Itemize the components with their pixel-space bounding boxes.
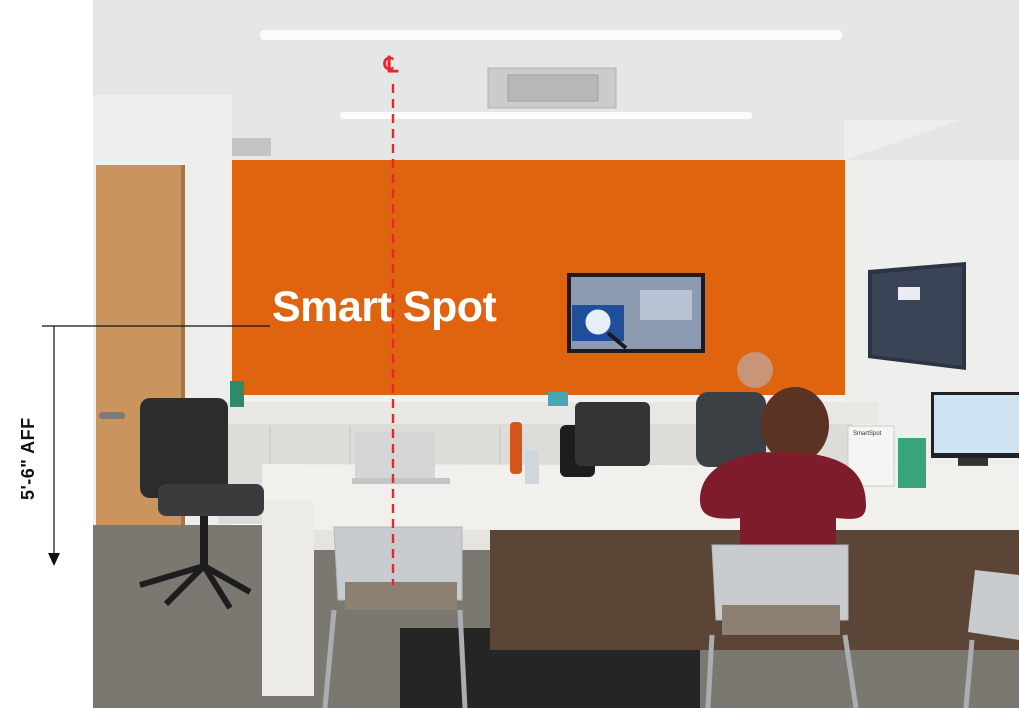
back-chair bbox=[575, 402, 650, 466]
laptop-base bbox=[352, 478, 450, 484]
cup bbox=[230, 381, 244, 407]
dimension-label: 5'-6" AFF bbox=[18, 417, 38, 500]
dimension-arrowhead bbox=[48, 553, 60, 566]
front-chair-left-seat bbox=[345, 582, 457, 610]
water-bottle bbox=[510, 422, 522, 474]
magnifier-icon bbox=[582, 306, 614, 338]
centerline-symbol: ℄ bbox=[384, 52, 399, 77]
tv-ui-box bbox=[898, 287, 920, 300]
door-handle bbox=[99, 412, 125, 419]
side-wall-tv-screen bbox=[872, 266, 962, 366]
room-photo bbox=[42, 0, 1019, 708]
smart-spot-sign: Smart Spot bbox=[272, 283, 497, 331]
front-chair-right-seat bbox=[722, 605, 840, 635]
wipes-container bbox=[898, 438, 926, 488]
spray-bottle bbox=[525, 450, 539, 484]
laptop bbox=[355, 432, 435, 482]
desk-monitor-screen bbox=[934, 395, 1019, 453]
office-chair-back bbox=[140, 398, 228, 498]
front-chair-edge bbox=[968, 570, 1019, 640]
ceiling-light-2 bbox=[340, 112, 752, 119]
desk-card-text: SmartSpot bbox=[853, 431, 882, 437]
tissue-box bbox=[548, 392, 568, 406]
man-head bbox=[737, 352, 773, 388]
ceiling-light-1 bbox=[260, 30, 842, 40]
monitor-content bbox=[640, 290, 692, 320]
woman-hair bbox=[761, 387, 829, 463]
office-chair-post bbox=[200, 516, 208, 566]
ceiling-vent-grille bbox=[507, 74, 599, 102]
desk-leg-left bbox=[262, 500, 314, 696]
office-chair-seat bbox=[158, 484, 264, 516]
